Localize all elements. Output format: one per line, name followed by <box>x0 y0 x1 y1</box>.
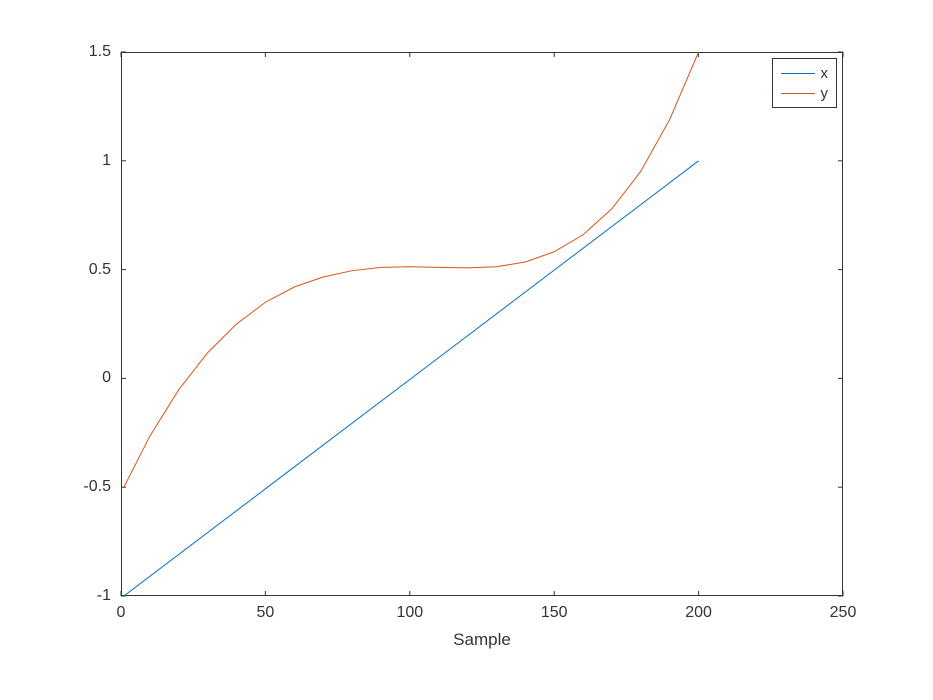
series-group <box>124 52 699 596</box>
legend: x y <box>772 58 838 108</box>
x-axis-label: Sample <box>453 630 511 650</box>
xtick-label: 150 <box>541 604 568 622</box>
xtick-label: 250 <box>830 604 857 622</box>
series-x <box>124 161 699 596</box>
tick-group <box>121 52 843 596</box>
ytick-label: 0 <box>102 369 111 387</box>
legend-label-y: y <box>821 85 829 102</box>
axes-box <box>122 53 843 596</box>
figure: 0 50 100 150 200 250 -1 -0.5 0 0.5 1 1.5 Sample x … <box>0 0 933 700</box>
xtick-label: 0 <box>117 604 126 622</box>
ytick-label: 1 <box>102 152 111 170</box>
xtick-label: 200 <box>685 604 712 622</box>
ytick-label: 1.5 <box>89 43 111 61</box>
legend-entry-x: x <box>781 63 829 83</box>
plot-axes: 050100150200250 -1-0.500.511.5 Sample x … <box>121 52 843 596</box>
ytick-label: -0.5 <box>83 478 111 496</box>
xtick-label: 50 <box>256 604 274 622</box>
legend-swatch-y <box>781 93 815 94</box>
legend-swatch-x <box>781 73 815 74</box>
ytick-label: 0.5 <box>89 261 111 279</box>
legend-entry-y: y <box>781 83 829 103</box>
legend-label-x: x <box>821 65 829 82</box>
xtick-label: 100 <box>396 604 423 622</box>
axes-svg <box>121 52 843 596</box>
ytick-label: -1 <box>97 587 111 605</box>
series-y <box>124 52 699 487</box>
